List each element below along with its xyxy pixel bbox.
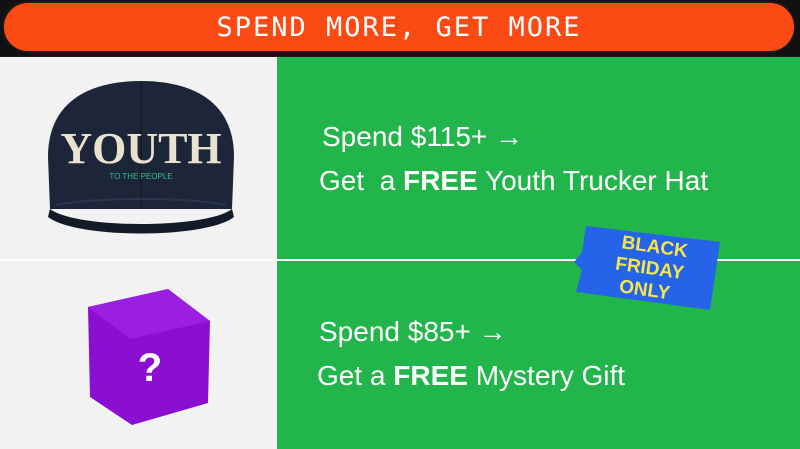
reward-prefix: Get a [319, 165, 404, 196]
hat-logo-text: YOUTH [60, 124, 221, 173]
reward-suffix: Youth Trucker Hat [477, 165, 709, 196]
reward-prefix: Get a [317, 360, 394, 391]
hat-subtext: TO THE PEOPLE [109, 172, 172, 181]
tier-reward: Get a FREE Youth Trucker Hat [319, 165, 708, 197]
banner-text: SPEND MORE, GET MORE [216, 11, 582, 43]
promo-banner: SPEND MORE, GET MORE [0, 0, 800, 56]
tier-threshold: Spend $115+ → [322, 121, 524, 152]
question-mark: ? [138, 346, 162, 390]
hat-image-cell: YOUTH TO THE PEOPLE [0, 57, 277, 260]
tier-threshold: Spend $85+ → [319, 316, 507, 347]
trucker-hat-icon: YOUTH TO THE PEOPLE [48, 81, 234, 234]
tier-reward: Get a FREE Mystery Gift [317, 360, 625, 392]
mystery-box-icon: ? [88, 289, 210, 425]
reward-free: FREE [403, 165, 478, 196]
banner-pill: SPEND MORE, GET MORE [2, 1, 796, 53]
sticker-badge-icon: BLACK FRIDAY ONLY [574, 226, 720, 310]
mystery-image-cell: ? [0, 261, 277, 449]
black-friday-sticker: BLACK FRIDAY ONLY [572, 222, 724, 310]
reward-free: FREE [393, 360, 468, 391]
reward-suffix: Mystery Gift [467, 360, 626, 391]
